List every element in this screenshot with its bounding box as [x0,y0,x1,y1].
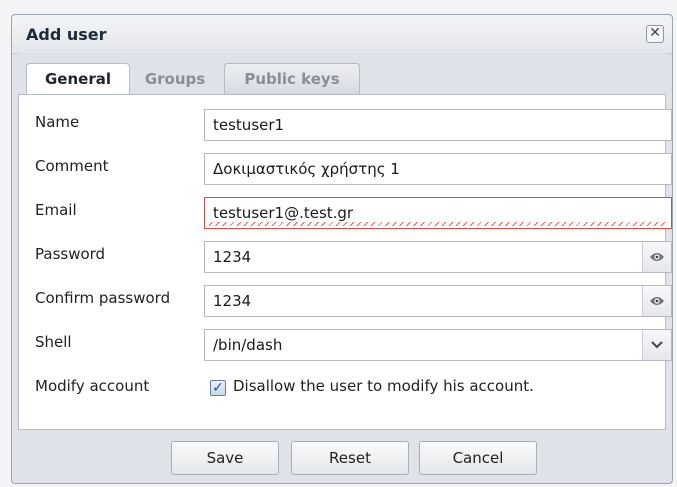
save-button[interactable]: Save [171,441,279,475]
show-password-button[interactable] [642,242,671,272]
confirm-password-label: Confirm password [35,289,171,307]
email-label: Email [35,201,77,219]
tab-bar: General Groups Public keys [18,53,666,96]
dialog-footer: Save Reset Cancel [12,430,672,485]
password-label: Password [35,245,106,263]
password-input[interactable]: 1234 [204,241,672,273]
name-label: Name [35,113,80,131]
name-input[interactable]: testuser1 [204,109,672,141]
tab-groups[interactable]: Groups [134,63,216,95]
add-user-dialog: Add user ✕ General Groups Public keys Na… [11,14,673,484]
email-value: testuser1@.test.gr [213,204,354,222]
eye-icon [650,297,664,305]
invalid-underline [209,222,667,226]
eye-icon [650,253,664,261]
disallow-modify-checkbox[interactable]: ✓ [210,380,226,396]
shell-label: Shell [35,333,72,351]
reset-button[interactable]: Reset [291,441,409,475]
dialog-titlebar[interactable]: Add user ✕ [12,15,672,54]
close-icon: ✕ [649,25,661,41]
disallow-modify-label[interactable]: Disallow the user to modify his account. [233,377,534,395]
comment-label: Comment [35,157,109,175]
shell-select[interactable]: /bin/dash [204,329,672,361]
dialog-title: Add user [26,25,107,44]
cancel-button[interactable]: Cancel [419,441,537,475]
close-button[interactable]: ✕ [646,25,664,43]
general-panel: Name testuser1 Comment Δοκιμαστικός χρήσ… [18,94,672,430]
confirm-password-value: 1234 [213,292,252,310]
tab-general[interactable]: General [26,63,130,96]
tab-public-keys[interactable]: Public keys [224,63,360,95]
show-confirm-password-button[interactable] [642,286,671,316]
chevron-down-icon [651,341,663,349]
password-value: 1234 [213,248,252,266]
shell-dropdown-button[interactable] [642,330,671,360]
comment-input[interactable]: Δοκιμαστικός χρήστης 1 [204,153,672,185]
shell-value: /bin/dash [213,336,283,354]
modify-account-label: Modify account [35,377,150,395]
confirm-password-input[interactable]: 1234 [204,285,672,317]
email-input[interactable]: testuser1@.test.gr [204,197,672,229]
